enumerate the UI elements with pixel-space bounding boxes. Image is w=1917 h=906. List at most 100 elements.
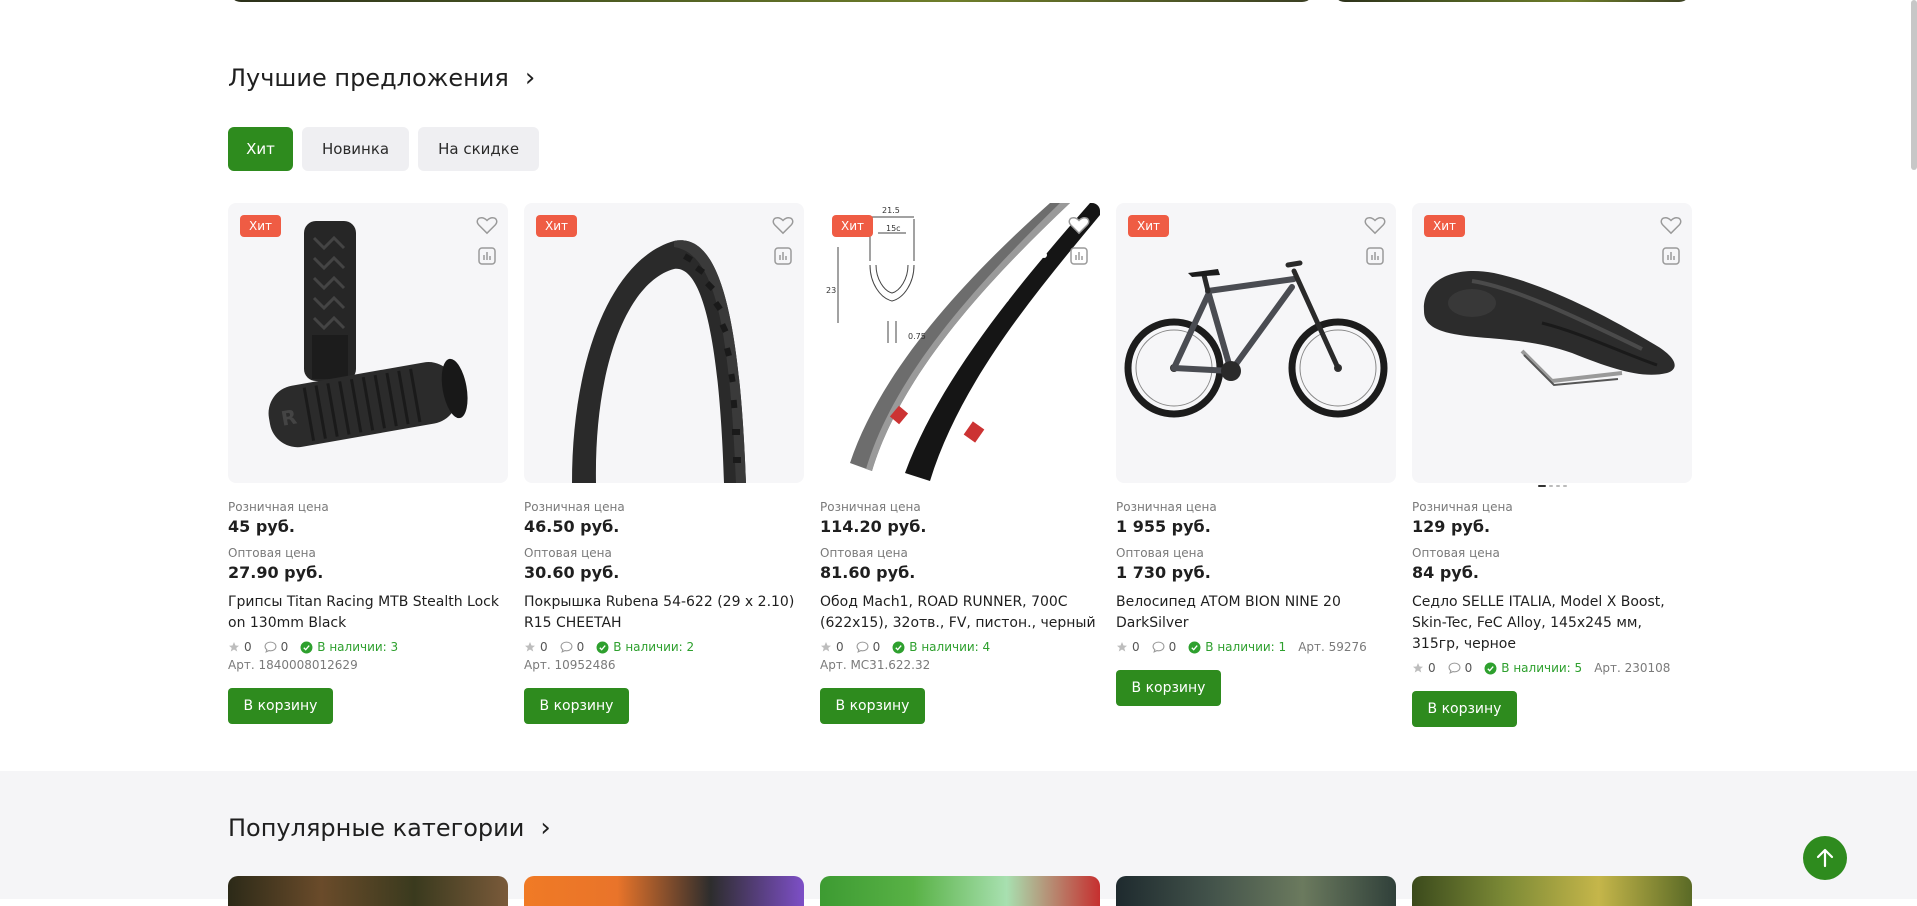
product-name[interactable]: Грипсы Titan Racing MTB Stealth Lock on … [228, 592, 508, 634]
retail-price: 114.20 руб. [820, 517, 927, 536]
star-icon [1413, 663, 1423, 673]
check-circle-icon [892, 641, 905, 653]
add-to-cart-button[interactable]: В корзину [524, 688, 629, 724]
stock-status: В наличии: 4 [909, 640, 991, 654]
product-card: Хит 21.5 15c 23 0.75 Розничная цена 114.… [820, 203, 1100, 727]
star-icon [525, 642, 535, 652]
heart-icon[interactable] [1364, 215, 1386, 235]
compare-icon[interactable] [1662, 247, 1680, 265]
banner-image[interactable] [1333, 0, 1691, 2]
product-meta: 0 0 В наличии: 3 Арт. 1840008012629 [228, 640, 508, 672]
product-image[interactable]: Хит R [228, 203, 508, 483]
wholesale-price-label: Оптовая цена [1116, 546, 1204, 560]
compare-icon[interactable] [774, 247, 792, 265]
comment-count: 0 [280, 640, 289, 654]
grips-image: R [268, 221, 468, 448]
stock-status: В наличии: 5 [1501, 661, 1583, 675]
offer-tabs: Хит Новинка На скидке [228, 127, 540, 171]
popular-categories-title-text[interactable]: Популярные категории [228, 814, 524, 842]
check-circle-icon [1188, 641, 1201, 653]
retail-price-label: Розничная цена [524, 500, 625, 514]
arrow-up-icon [1816, 848, 1834, 868]
compare-icon[interactable] [478, 247, 496, 265]
rating-count: 0 [836, 640, 844, 654]
add-to-cart-button[interactable]: В корзину [1412, 691, 1517, 727]
add-to-cart-button[interactable]: В корзину [228, 688, 333, 724]
category-list [228, 876, 1692, 906]
compare-icon[interactable] [1070, 247, 1088, 265]
product-list: Хит R Розничная цена 45 руб. Оптовая цен… [228, 203, 1692, 727]
scroll-to-top-button[interactable] [1803, 836, 1847, 880]
popular-categories-title[interactable]: Популярные категории › [228, 814, 551, 842]
comment-count: 0 [872, 640, 881, 654]
heart-icon[interactable] [772, 215, 794, 235]
wholesale-price: 1 730 руб. [1116, 563, 1211, 582]
product-name[interactable]: Велосипед ATOM BION NINE 20 DarkSilver [1116, 592, 1396, 634]
product-image[interactable]: Хит [524, 203, 804, 483]
compare-icon[interactable] [1366, 247, 1384, 265]
comment-icon [560, 641, 573, 653]
add-to-cart-button[interactable]: В корзину [820, 688, 925, 724]
stock-status: В наличии: 2 [613, 640, 695, 654]
rating-count: 0 [540, 640, 548, 654]
comment-count: 0 [1464, 661, 1473, 675]
category-card[interactable] [820, 876, 1100, 906]
category-card[interactable] [228, 876, 508, 906]
tab-hit[interactable]: Хит [228, 127, 293, 171]
wholesale-price: 84 руб. [1412, 563, 1479, 582]
wholesale-price-label: Оптовая цена [524, 546, 612, 560]
saddle-image [1423, 270, 1675, 387]
product-image[interactable]: Хит [1116, 203, 1396, 483]
comment-count: 0 [1168, 640, 1177, 654]
stock-status: В наличии: 1 [1205, 640, 1287, 654]
category-card[interactable] [1116, 876, 1396, 906]
top-banner-strip [0, 0, 1917, 4]
tab-new[interactable]: Новинка [302, 127, 410, 171]
product-name[interactable]: Покрышка Rubena 54-622 (29 x 2.10) R15 C… [524, 592, 804, 634]
article-number: Арт. 10952486 [524, 658, 616, 672]
comment-icon [856, 641, 869, 653]
product-name[interactable]: Обод Mach1, ROAD RUNNER, 700C (622x15), … [820, 592, 1100, 634]
best-offers-title[interactable]: Лучшие предложения › [228, 64, 535, 92]
heart-icon[interactable] [1068, 215, 1090, 235]
add-to-cart-button[interactable]: В корзину [1116, 670, 1221, 706]
star-icon [1117, 642, 1127, 652]
retail-price: 129 руб. [1412, 517, 1491, 536]
product-card: Хит Розничная цена 46.50 руб. Оптовая це… [524, 203, 804, 727]
product-card: Хит Розничная цена 1 955 руб. Оптовая це… [1116, 203, 1396, 727]
wholesale-price: 30.60 руб. [524, 563, 620, 582]
rim-dimension-bottom: 0.75 [908, 332, 926, 341]
product-name[interactable]: Седло SELLE ITALIA, Model X Boost, Skin-… [1412, 592, 1692, 655]
comment-icon [1152, 641, 1165, 653]
retail-price: 46.50 руб. [524, 517, 620, 536]
product-image[interactable]: Хит 21.5 15c 23 0.75 [820, 203, 1100, 483]
comment-icon [264, 641, 277, 653]
comment-count: 0 [576, 640, 585, 654]
rating-count: 0 [1428, 661, 1436, 675]
category-card[interactable] [524, 876, 804, 906]
rating-count: 0 [1132, 640, 1140, 654]
banner-image[interactable] [229, 0, 1314, 2]
page-scrollbar[interactable] [1911, 0, 1917, 170]
heart-icon[interactable] [1660, 215, 1682, 235]
rim-dimension-inner: 15c [886, 224, 901, 233]
star-icon [229, 642, 239, 652]
rim-dimension-height: 23 [826, 286, 836, 295]
wholesale-price-label: Оптовая цена [820, 546, 908, 560]
rating-count: 0 [244, 640, 252, 654]
check-circle-icon [596, 641, 609, 653]
retail-price-label: Розничная цена [228, 500, 329, 514]
wholesale-price: 27.90 руб. [228, 563, 324, 582]
heart-icon[interactable] [476, 215, 498, 235]
product-image[interactable]: Хит [1412, 203, 1692, 483]
chevron-right-icon[interactable]: › [540, 815, 550, 841]
wholesale-price-label: Оптовая цена [228, 546, 316, 560]
check-circle-icon [1484, 662, 1497, 674]
hit-badge: Хит [536, 215, 578, 237]
product-meta: 0 0 В наличии: 4 Арт. MC31.622.32 [820, 640, 1100, 672]
category-card[interactable] [1412, 876, 1692, 906]
image-carousel-dots[interactable] [1538, 485, 1567, 487]
best-offers-title-text[interactable]: Лучшие предложения [228, 64, 509, 92]
chevron-right-icon[interactable]: › [525, 65, 535, 91]
tab-sale[interactable]: На скидке [418, 127, 540, 171]
